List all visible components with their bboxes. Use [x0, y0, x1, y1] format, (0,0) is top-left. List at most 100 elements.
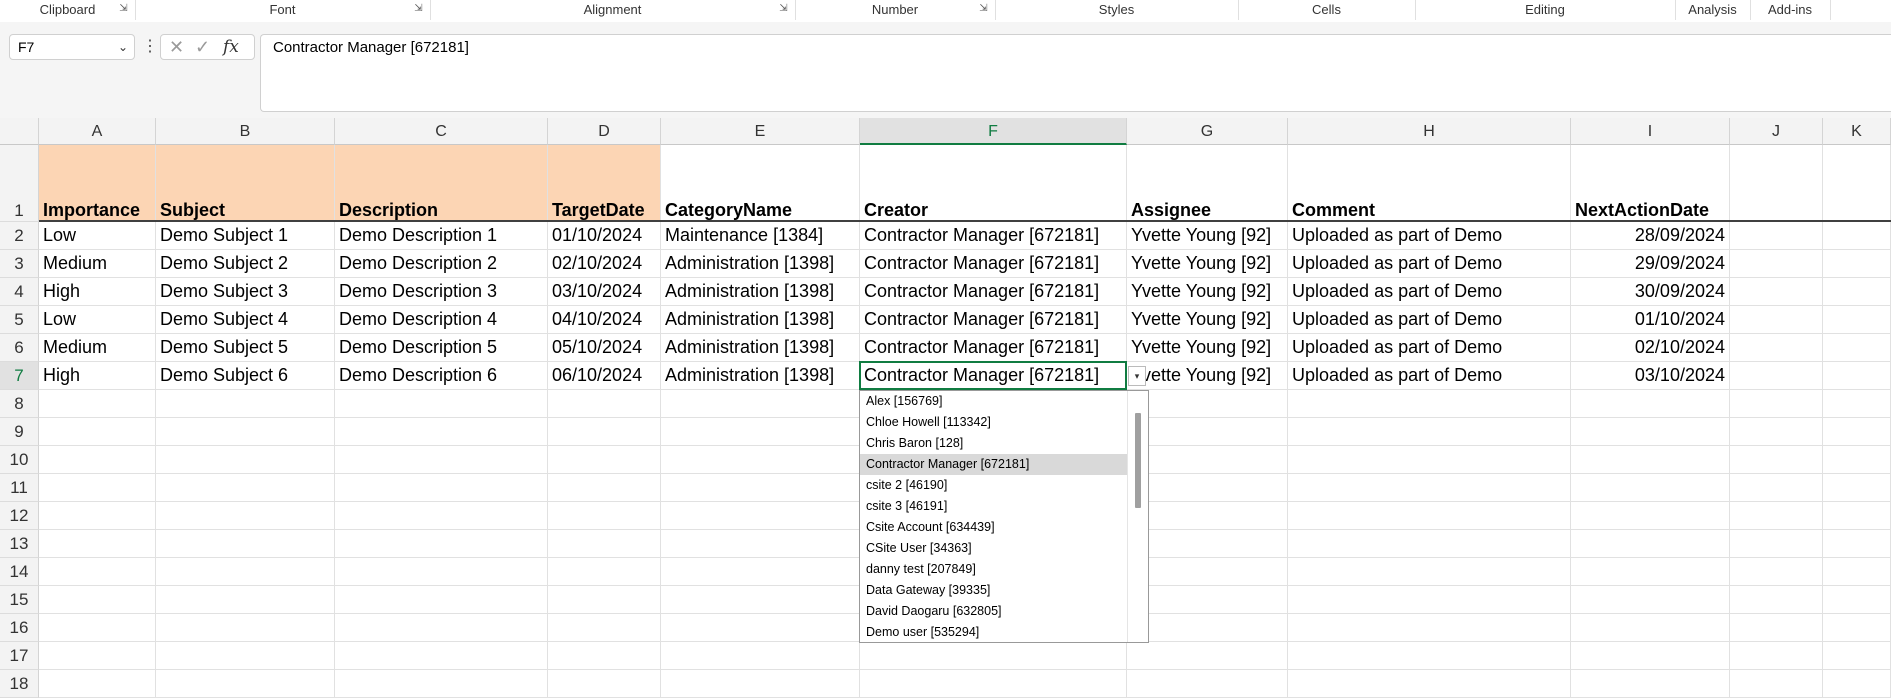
dialog-launcher-icon[interactable]: ⇲: [118, 3, 129, 14]
dropdown-option[interactable]: Chris Baron [128]: [860, 433, 1148, 454]
grid-cell[interactable]: [335, 642, 548, 670]
more-options-icon[interactable]: ⋮: [142, 36, 158, 56]
grid-cell[interactable]: [156, 558, 335, 586]
grid-cell[interactable]: [1288, 530, 1571, 558]
grid-cell[interactable]: Medium: [39, 334, 156, 362]
grid-cell[interactable]: [1127, 614, 1288, 642]
grid-cell[interactable]: Contractor Manager [672181]: [860, 250, 1127, 278]
dropdown-option[interactable]: Csite Account [634439]: [860, 517, 1148, 538]
grid-cell[interactable]: Demo Subject 3: [156, 278, 335, 306]
grid-cell[interactable]: [1127, 390, 1288, 418]
select-all-corner[interactable]: [0, 118, 39, 145]
grid-cell[interactable]: Administration [1398]: [661, 250, 860, 278]
chevron-down-icon[interactable]: ⌄: [118, 35, 128, 59]
grid-cell[interactable]: [1571, 670, 1730, 698]
row-header-16[interactable]: 16: [0, 614, 39, 642]
grid-cell[interactable]: 05/10/2024: [548, 334, 661, 362]
grid-cell[interactable]: [39, 558, 156, 586]
grid-cell[interactable]: [156, 670, 335, 698]
grid-cell[interactable]: [39, 474, 156, 502]
grid-cell[interactable]: [1288, 670, 1571, 698]
dropdown-option[interactable]: Data Gateway [39335]: [860, 580, 1148, 601]
grid-cell[interactable]: [1823, 390, 1891, 418]
grid-cell[interactable]: [1127, 502, 1288, 530]
name-box[interactable]: F7 ⌄: [9, 34, 135, 60]
column-header-i[interactable]: I: [1571, 118, 1730, 145]
grid-cell[interactable]: Demo Description 2: [335, 250, 548, 278]
grid-cell[interactable]: [661, 558, 860, 586]
grid-cell[interactable]: [548, 446, 661, 474]
grid-cell[interactable]: [1127, 642, 1288, 670]
column-header-g[interactable]: G: [1127, 118, 1288, 145]
grid-cell[interactable]: [1730, 362, 1823, 390]
grid-cell[interactable]: [1823, 362, 1891, 390]
grid-cell[interactable]: [1730, 390, 1823, 418]
grid-cell[interactable]: 04/10/2024: [548, 306, 661, 334]
grid-cell[interactable]: [1730, 586, 1823, 614]
grid-cell[interactable]: [1823, 558, 1891, 586]
grid-cell[interactable]: Contractor Manager [672181]: [860, 306, 1127, 334]
grid-cell[interactable]: Administration [1398]: [661, 362, 860, 390]
grid-cell[interactable]: [1571, 474, 1730, 502]
grid-cell[interactable]: [39, 642, 156, 670]
header-cell[interactable]: TargetDate: [548, 145, 661, 222]
grid-cell[interactable]: Yvette Young [92]: [1127, 334, 1288, 362]
grid-cell[interactable]: Administration [1398]: [661, 278, 860, 306]
header-cell[interactable]: Comment: [1288, 145, 1571, 222]
grid-cell[interactable]: [1730, 222, 1823, 250]
column-header-d[interactable]: D: [548, 118, 661, 145]
grid-cell[interactable]: [156, 502, 335, 530]
grid-cell[interactable]: [1823, 222, 1891, 250]
grid-cell[interactable]: [335, 558, 548, 586]
row-header-4[interactable]: 4: [0, 278, 39, 306]
row-header-15[interactable]: 15: [0, 586, 39, 614]
row-header-2[interactable]: 2: [0, 222, 39, 250]
grid-cell[interactable]: [156, 446, 335, 474]
grid-cell[interactable]: [1823, 446, 1891, 474]
grid-cell[interactable]: [1730, 474, 1823, 502]
grid-cell[interactable]: 30/09/2024: [1571, 278, 1730, 306]
dropdown-option[interactable]: csite 2 [46190]: [860, 475, 1148, 496]
row-header-14[interactable]: 14: [0, 558, 39, 586]
grid-cell[interactable]: [1823, 306, 1891, 334]
grid-cell[interactable]: [1571, 586, 1730, 614]
grid-cell[interactable]: [1288, 558, 1571, 586]
column-header-j[interactable]: J: [1730, 118, 1823, 145]
grid-cell[interactable]: [1288, 446, 1571, 474]
grid-cell[interactable]: Uploaded as part of Demo: [1288, 362, 1571, 390]
grid-cell[interactable]: [661, 530, 860, 558]
dropdown-option[interactable]: Demo user [535294]: [860, 622, 1148, 642]
grid-cell[interactable]: Demo Description 1: [335, 222, 548, 250]
row-header-11[interactable]: 11: [0, 474, 39, 502]
grid-cell[interactable]: 29/09/2024: [1571, 250, 1730, 278]
header-cell[interactable]: Subject: [156, 145, 335, 222]
grid-cell[interactable]: [335, 530, 548, 558]
grid-cell[interactable]: Low: [39, 222, 156, 250]
header-cell[interactable]: Importance: [39, 145, 156, 222]
row-header-13[interactable]: 13: [0, 530, 39, 558]
grid-cell[interactable]: [1571, 502, 1730, 530]
grid-cell[interactable]: Demo Subject 2: [156, 250, 335, 278]
grid-cell[interactable]: [1823, 502, 1891, 530]
grid-cell[interactable]: [39, 614, 156, 642]
dropdown-option[interactable]: Alex [156769]: [860, 391, 1148, 412]
row-header-7[interactable]: 7: [0, 362, 39, 390]
grid-cell[interactable]: [335, 670, 548, 698]
grid-cell[interactable]: Yvette Young [92]: [1127, 250, 1288, 278]
grid-cell[interactable]: 02/10/2024: [548, 250, 661, 278]
dropdown-option[interactable]: Chloe Howell [113342]: [860, 412, 1148, 433]
grid-cell[interactable]: [335, 418, 548, 446]
grid-cell[interactable]: [39, 502, 156, 530]
grid-cell[interactable]: [156, 418, 335, 446]
grid-cell[interactable]: [156, 530, 335, 558]
dropdown-option[interactable]: danny test [207849]: [860, 559, 1148, 580]
grid-cell[interactable]: 02/10/2024: [1571, 334, 1730, 362]
grid-cell[interactable]: Yvette Young [92]: [1127, 306, 1288, 334]
grid-cell[interactable]: [1730, 558, 1823, 586]
validation-dropdown-list[interactable]: Alex [156769] Chloe Howell [113342] Chris …: [859, 390, 1149, 643]
column-header-b[interactable]: B: [156, 118, 335, 145]
scrollbar-thumb[interactable]: [1135, 413, 1141, 508]
grid-cell[interactable]: [335, 474, 548, 502]
grid-cell[interactable]: [1730, 642, 1823, 670]
grid-cell[interactable]: [1571, 390, 1730, 418]
